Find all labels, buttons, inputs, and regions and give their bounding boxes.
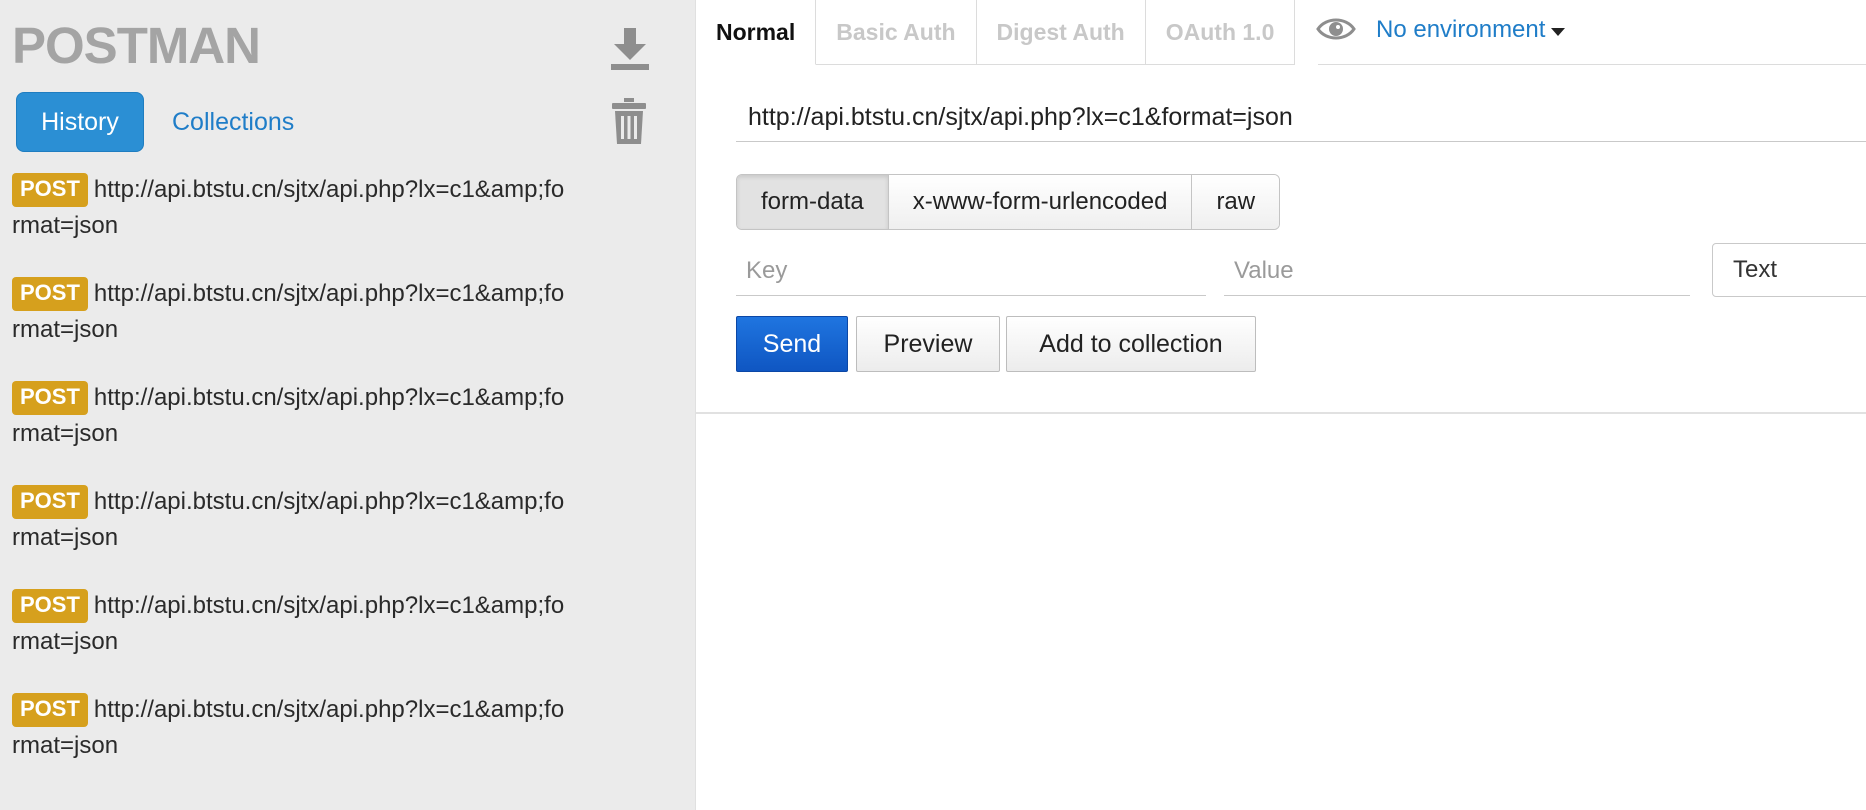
environment-label: No environment bbox=[1376, 16, 1546, 43]
history-url: http://api.btstu.cn/sjtx/api.php?lx=c1&a… bbox=[12, 488, 565, 551]
history-list: POST http://api.btstu.cn/sjtx/api.php?lx=… bbox=[12, 172, 572, 796]
tab-oauth[interactable]: OAuth 1.0 bbox=[1145, 0, 1296, 65]
history-url: http://api.btstu.cn/sjtx/api.php?lx=c1&a… bbox=[12, 176, 565, 239]
auth-tabs: Normal Basic Auth Digest Auth OAuth 1.0 bbox=[696, 0, 1296, 65]
trash-icon[interactable] bbox=[610, 98, 648, 144]
history-url: http://api.btstu.cn/sjtx/api.php?lx=c1&a… bbox=[12, 384, 565, 447]
tab-collections[interactable]: Collections bbox=[172, 92, 294, 152]
mode-raw[interactable]: raw bbox=[1192, 175, 1280, 229]
send-button[interactable]: Send bbox=[736, 316, 848, 372]
add-to-collection-button[interactable]: Add to collection bbox=[1006, 316, 1256, 372]
body-mode-selector: form-data x-www-form-urlencoded raw bbox=[736, 174, 1281, 230]
eye-icon[interactable] bbox=[1316, 14, 1356, 44]
history-item[interactable]: POST http://api.btstu.cn/sjtx/api.php?lx=… bbox=[12, 380, 572, 484]
history-url: http://api.btstu.cn/sjtx/api.php?lx=c1&a… bbox=[12, 592, 565, 655]
param-type-select[interactable]: Text bbox=[1712, 243, 1866, 297]
sidebar: POSTMAN History Collections POST http://a… bbox=[0, 0, 696, 810]
tab-basic-auth[interactable]: Basic Auth bbox=[816, 0, 977, 65]
tab-digest-auth[interactable]: Digest Auth bbox=[976, 0, 1146, 65]
history-url: http://api.btstu.cn/sjtx/api.php?lx=c1&a… bbox=[12, 696, 565, 759]
section-divider bbox=[696, 412, 1866, 414]
method-badge: POST bbox=[12, 173, 88, 207]
download-icon[interactable] bbox=[608, 26, 652, 70]
mode-form-data[interactable]: form-data bbox=[737, 175, 889, 229]
caret-down-icon bbox=[1551, 28, 1566, 36]
history-item[interactable]: POST http://api.btstu.cn/sjtx/api.php?lx=… bbox=[12, 484, 572, 588]
tab-normal[interactable]: Normal bbox=[696, 0, 817, 65]
url-input[interactable] bbox=[736, 94, 1866, 142]
preview-button[interactable]: Preview bbox=[856, 316, 1000, 372]
tabs-divider bbox=[1318, 64, 1866, 65]
request-builder: Normal Basic Auth Digest Auth OAuth 1.0 … bbox=[696, 0, 1866, 810]
key-input[interactable] bbox=[736, 246, 1206, 296]
history-item[interactable]: POST http://api.btstu.cn/sjtx/api.php?lx=… bbox=[12, 588, 572, 692]
method-badge: POST bbox=[12, 381, 88, 415]
method-badge: POST bbox=[12, 485, 88, 519]
history-item[interactable]: POST http://api.btstu.cn/sjtx/api.php?lx=… bbox=[12, 172, 572, 276]
history-item[interactable]: POST http://api.btstu.cn/sjtx/api.php?lx=… bbox=[12, 276, 572, 380]
app-logo: POSTMAN bbox=[12, 17, 261, 74]
method-badge: POST bbox=[12, 277, 88, 311]
history-item[interactable]: POST http://api.btstu.cn/sjtx/api.php?lx=… bbox=[12, 692, 572, 796]
method-badge: POST bbox=[12, 693, 88, 727]
value-input[interactable] bbox=[1224, 246, 1690, 296]
mode-urlencoded[interactable]: x-www-form-urlencoded bbox=[888, 175, 1193, 229]
tab-history[interactable]: History bbox=[16, 92, 144, 152]
environment-select[interactable]: No environment bbox=[1376, 12, 1566, 48]
method-badge: POST bbox=[12, 589, 88, 623]
history-url: http://api.btstu.cn/sjtx/api.php?lx=c1&a… bbox=[12, 280, 565, 343]
